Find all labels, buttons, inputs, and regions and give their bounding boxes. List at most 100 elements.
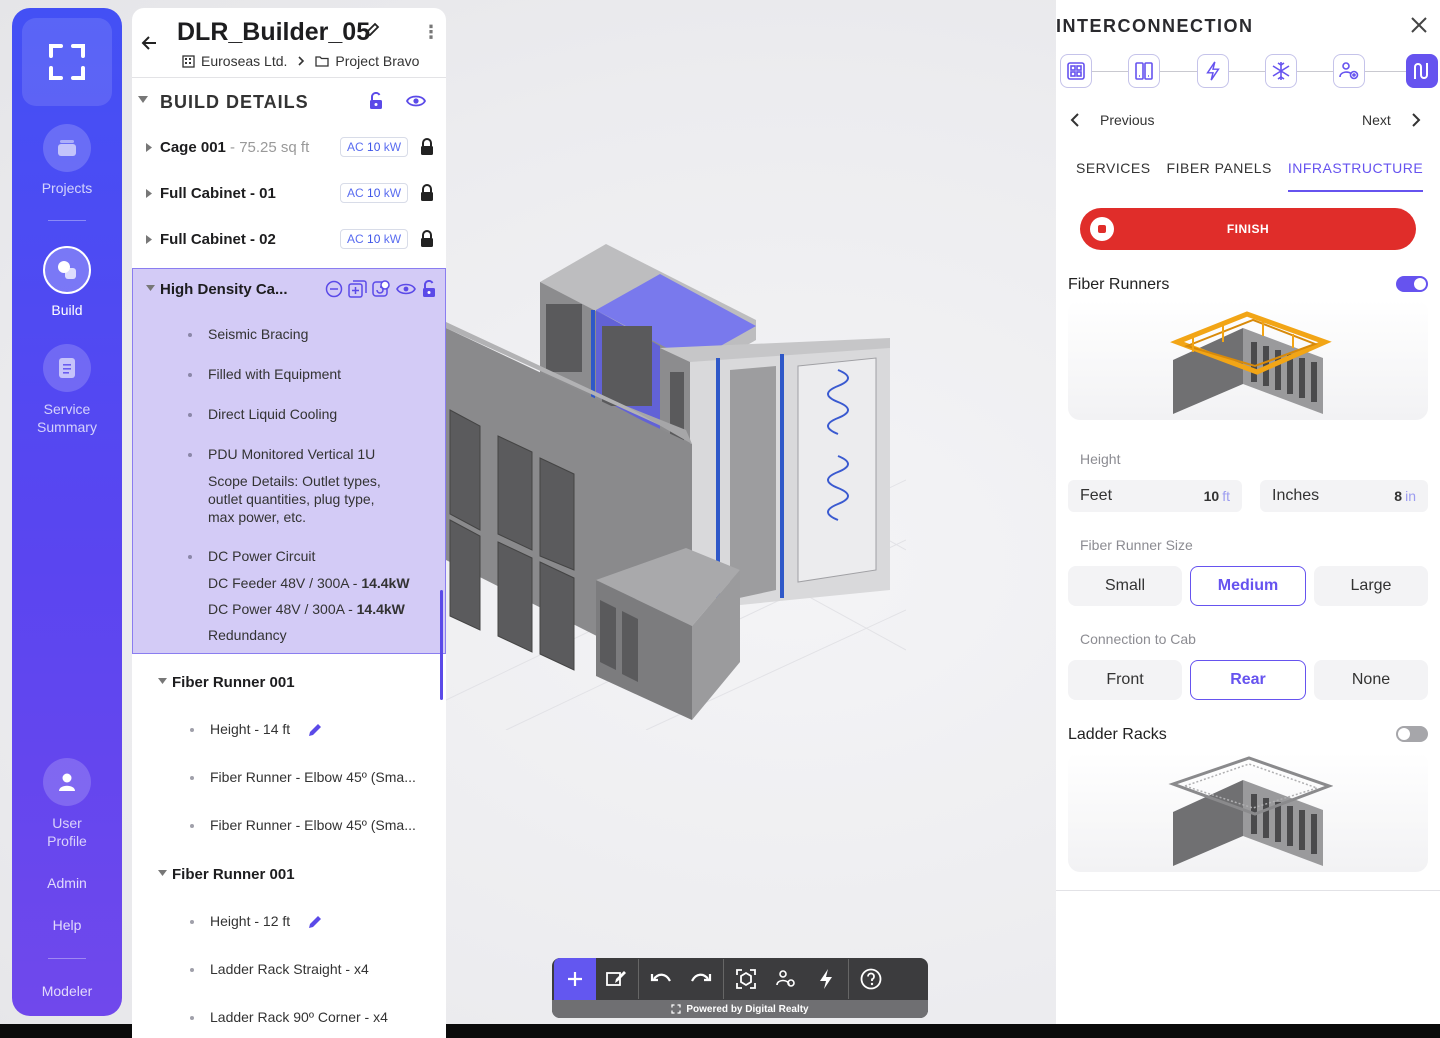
dc-feeder-line: DC Feeder 48V / 300A - 14.4kW bbox=[208, 575, 410, 591]
ladder-racks-toggle[interactable] bbox=[1396, 726, 1428, 742]
next-label: Next bbox=[1362, 112, 1391, 128]
eye-icon[interactable] bbox=[406, 94, 426, 108]
build-row-cabinet-02[interactable]: Full Cabinet - 02 AC 10 kW bbox=[132, 218, 446, 264]
connection-rear-option[interactable]: Rear bbox=[1190, 660, 1306, 700]
step-power[interactable] bbox=[1197, 54, 1229, 88]
row-label: Fiber Runner 001 bbox=[172, 674, 295, 691]
spec-item: PDU Monitored Vertical 1U bbox=[208, 446, 376, 462]
size-large-option[interactable]: Large bbox=[1314, 566, 1428, 606]
finish-label: FINISH bbox=[1226, 222, 1270, 236]
bullet bbox=[188, 333, 192, 337]
eye-icon[interactable] bbox=[396, 280, 416, 298]
bottom-toolbar: Powered by Digital Realty bbox=[552, 958, 928, 1018]
edit-pencil-icon[interactable] bbox=[307, 914, 323, 930]
toolbar-divider bbox=[723, 959, 724, 999]
nav-label: Service Summary bbox=[37, 401, 97, 435]
edit-shape-button[interactable] bbox=[596, 959, 636, 999]
user-icon bbox=[43, 758, 91, 806]
app-logo[interactable] bbox=[22, 18, 112, 106]
lock-icon[interactable] bbox=[420, 184, 434, 202]
connection-none-option[interactable]: None bbox=[1314, 660, 1428, 700]
nav-label: Projects bbox=[41, 180, 93, 196]
step-grid[interactable] bbox=[1060, 54, 1092, 88]
nav-item-build[interactable]: Build bbox=[12, 246, 122, 318]
unlock-icon[interactable] bbox=[368, 92, 384, 110]
bullet bbox=[188, 453, 192, 457]
nav-item-projects[interactable]: Projects bbox=[12, 124, 122, 196]
nav-admin[interactable]: Admin bbox=[12, 875, 122, 891]
fiber-runner-row[interactable]: Fiber Runner 001 bbox=[132, 854, 446, 894]
nav-item-user-profile[interactable]: User Profile bbox=[12, 758, 122, 850]
fiber-runners-toggle[interactable] bbox=[1396, 276, 1428, 292]
undo-button[interactable] bbox=[641, 959, 681, 999]
cabinet-3d-model[interactable] bbox=[446, 230, 906, 730]
step-cooling[interactable] bbox=[1265, 54, 1297, 88]
frame-logo-icon bbox=[671, 1004, 681, 1014]
project-header: DLR_Builder_05 ⋮ Euroseas Ltd. Project B… bbox=[132, 8, 446, 78]
lock-icon[interactable] bbox=[420, 138, 434, 156]
breadcrumb-folder[interactable]: Project Bravo bbox=[335, 53, 419, 69]
inches-value: 8 bbox=[1394, 488, 1403, 504]
step-interconnect[interactable] bbox=[1406, 54, 1438, 88]
kebab-menu-icon[interactable]: ⋮ bbox=[422, 22, 440, 43]
duplicate-icon[interactable] bbox=[348, 280, 367, 298]
previous-button[interactable]: Previous bbox=[1070, 112, 1154, 128]
view-3d-button[interactable] bbox=[726, 959, 766, 999]
redundancy-line: Redundancy bbox=[208, 627, 287, 643]
cube-focus-icon bbox=[736, 969, 756, 989]
size-small-option[interactable]: Small bbox=[1068, 566, 1182, 606]
step-cabinet[interactable] bbox=[1128, 54, 1160, 88]
tab-infrastructure[interactable]: INFRASTRUCTURE bbox=[1287, 160, 1424, 192]
powered-by-footer: Powered by Digital Realty bbox=[552, 1000, 928, 1018]
spec-item: DC Power Circuit bbox=[208, 548, 316, 564]
frame-logo-icon bbox=[49, 44, 85, 80]
close-icon[interactable] bbox=[1410, 16, 1428, 34]
build-details-header[interactable]: BUILD DETAILS bbox=[132, 78, 446, 126]
caret-right-icon bbox=[146, 189, 152, 198]
spec-item: Seismic Bracing bbox=[208, 326, 309, 342]
plus-icon bbox=[568, 972, 582, 986]
power-badge: AC 10 kW bbox=[340, 137, 409, 157]
nav-help[interactable]: Help bbox=[12, 917, 122, 933]
tab-fiber-panels[interactable]: FIBER PANELS bbox=[1167, 160, 1272, 192]
remove-circle-icon[interactable] bbox=[325, 280, 343, 298]
fiber-runner-row[interactable]: Fiber Runner 001 bbox=[132, 662, 446, 702]
power-button[interactable] bbox=[806, 959, 846, 999]
breadcrumb-company[interactable]: Euroseas Ltd. bbox=[201, 53, 287, 69]
tab-services[interactable]: SERVICES bbox=[1076, 160, 1151, 192]
lock-icon[interactable] bbox=[420, 230, 434, 248]
size-medium-option[interactable]: Medium bbox=[1190, 566, 1306, 606]
folder-icon bbox=[315, 56, 330, 67]
height-feet-field[interactable]: Feet 10 ft bbox=[1068, 480, 1242, 512]
spec-item: Filled with Equipment bbox=[208, 366, 342, 382]
unlock-icon[interactable] bbox=[421, 280, 437, 298]
fiber-item: Ladder Rack 90º Corner - x4 bbox=[210, 1009, 388, 1025]
redo-button[interactable] bbox=[681, 959, 721, 999]
connection-front-option[interactable]: Front bbox=[1068, 660, 1182, 700]
build-row-cabinet-01[interactable]: Full Cabinet - 01 AC 10 kW bbox=[132, 172, 446, 218]
add-button[interactable] bbox=[554, 958, 596, 1000]
refresh-icon[interactable] bbox=[372, 280, 391, 298]
finish-button[interactable]: FINISH bbox=[1080, 208, 1416, 250]
nav-item-service-summary[interactable]: Service Summary bbox=[12, 344, 122, 436]
cooling-icon bbox=[1272, 62, 1290, 80]
nav-modeler[interactable]: Modeler bbox=[12, 983, 122, 999]
high-density-cabinet-block[interactable]: High Density Ca... Seismic Bracing Fille… bbox=[132, 268, 446, 654]
back-arrow-icon[interactable] bbox=[140, 34, 158, 58]
help-button[interactable] bbox=[851, 959, 891, 999]
high-density-header[interactable]: High Density Ca... bbox=[133, 269, 445, 309]
dc-power-line: DC Power 48V / 300A - 14.4kW bbox=[208, 601, 405, 617]
height-inches-field[interactable]: Inches 8 in bbox=[1260, 480, 1428, 512]
next-button[interactable]: Next bbox=[1362, 112, 1421, 128]
scope-detail-line: max power, etc. bbox=[208, 509, 307, 525]
panel-title: INTERCONNECTION bbox=[1056, 16, 1254, 36]
build-row-cage[interactable]: Cage 001 - 75.25 sq ft AC 10 kW bbox=[132, 126, 446, 172]
edit-pencil-icon[interactable] bbox=[364, 22, 380, 43]
tab-bar: SERVICES FIBER PANELS INFRASTRUCTURE bbox=[1076, 160, 1424, 192]
people-settings-button[interactable] bbox=[766, 959, 806, 999]
caret-down-icon bbox=[158, 870, 167, 876]
edit-pencil-icon[interactable] bbox=[307, 722, 323, 738]
breadcrumb: Euroseas Ltd. Project Bravo bbox=[182, 53, 419, 69]
fiber-item: Ladder Rack Straight - x4 bbox=[210, 961, 369, 977]
step-settings-people[interactable] bbox=[1333, 54, 1365, 88]
